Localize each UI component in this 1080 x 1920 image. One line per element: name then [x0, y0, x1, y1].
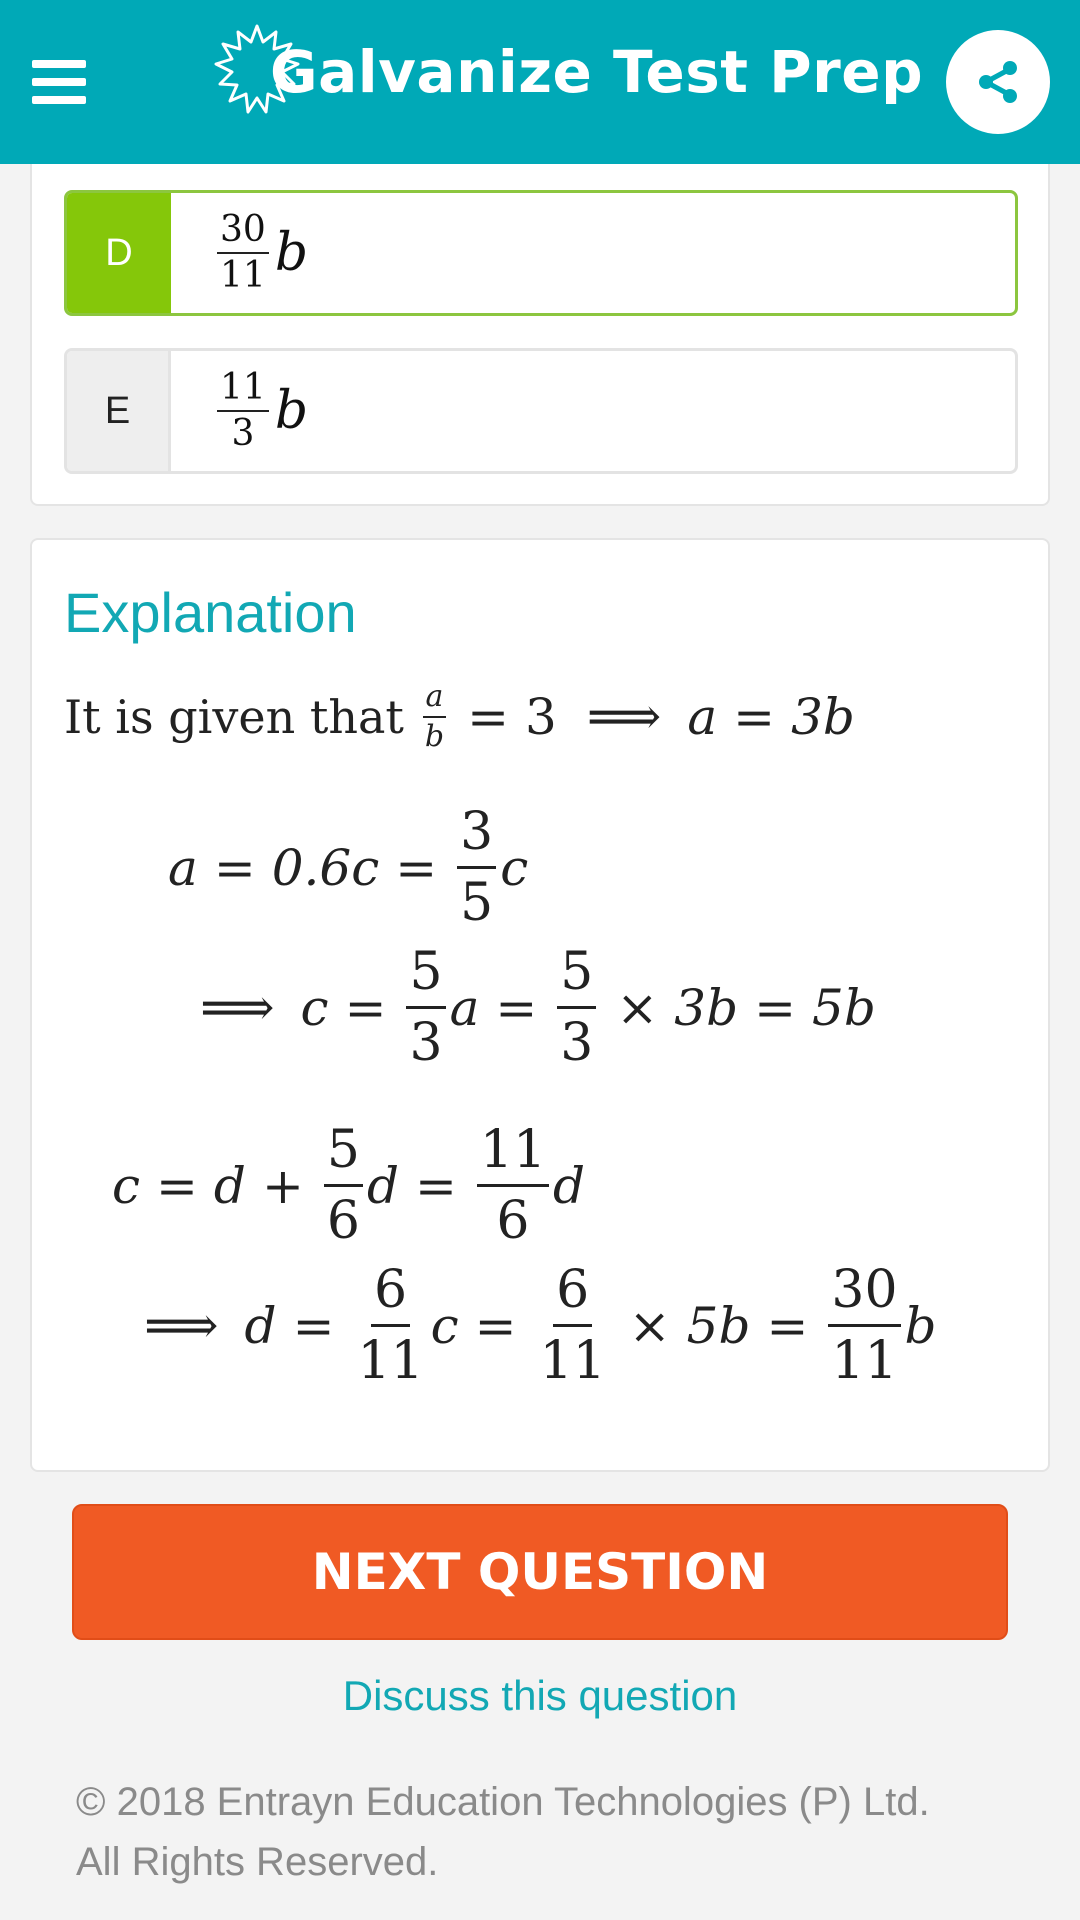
times-sign: ×	[628, 1296, 671, 1355]
explanation-title: Explanation	[64, 581, 357, 644]
equals-sign: =	[292, 1296, 335, 1355]
variable: d	[244, 1296, 277, 1355]
share-button[interactable]	[946, 30, 1050, 134]
variable: a	[449, 978, 480, 1037]
value: 3b	[674, 978, 739, 1037]
explanation-line-4: c = d + 5 6 d = 11 6 d	[112, 1124, 585, 1247]
next-question-button[interactable]: NEXT QUESTION	[72, 1504, 1008, 1640]
equals-sign: =	[754, 978, 797, 1037]
equals-sign: =	[156, 1156, 198, 1215]
implies-arrow: ⟹	[586, 687, 662, 747]
explanation-line-2: a = 0.6c = 3 5 c	[168, 806, 528, 929]
denominator: 11	[220, 255, 266, 296]
numerator: 6	[553, 1264, 593, 1327]
numerator: 30	[217, 212, 269, 254]
equals-sign: =	[344, 978, 387, 1037]
fraction: 11 3	[217, 370, 269, 452]
value: 5b	[686, 1296, 751, 1355]
equals-sign: =	[213, 838, 256, 897]
explanation-line-1: It is given that a b = 3 ⟹ a = 3b	[64, 682, 855, 752]
numerator: 11	[217, 370, 269, 412]
value: 0.6c	[271, 838, 380, 897]
numerator: 11	[476, 1124, 550, 1187]
variable: d	[553, 1156, 586, 1215]
variable: b	[904, 1296, 937, 1355]
value: 3	[524, 688, 557, 746]
equals-sign: =	[495, 978, 538, 1037]
answer-options-card: D 30 11 b E 11 3 b	[30, 164, 1050, 506]
variable: d	[213, 1156, 246, 1215]
fraction: a b	[422, 682, 447, 752]
variable: b	[274, 381, 309, 441]
fraction: 5 3	[406, 946, 446, 1073]
fraction: 30 11	[217, 212, 269, 294]
option-value: 11 3 b	[213, 351, 308, 471]
denominator: 3	[409, 1013, 443, 1073]
fraction: 11 6	[476, 1124, 550, 1251]
variable: c	[500, 838, 529, 897]
menu-icon[interactable]	[32, 60, 86, 104]
variable: c	[430, 1296, 459, 1355]
denominator: 11	[357, 1331, 424, 1391]
equals-sign: =	[766, 1296, 809, 1355]
plus-sign: +	[261, 1156, 304, 1215]
discuss-question-link[interactable]: Discuss this question	[0, 1672, 1080, 1720]
equals-sign: =	[733, 688, 776, 746]
explanation-line-3: ⟹ c = 5 3 a = 5 3 × 3b = 5b	[200, 946, 876, 1069]
implies-arrow: ⟹	[200, 977, 275, 1038]
denominator: 11	[831, 1331, 898, 1391]
implies-arrow: ⟹	[144, 1295, 219, 1356]
variable: b	[274, 223, 309, 283]
equals-sign: =	[395, 838, 438, 897]
fraction: 6 11	[354, 1264, 426, 1387]
variable: d	[366, 1156, 399, 1215]
fraction: 30 11	[828, 1264, 901, 1391]
share-icon	[979, 61, 1017, 103]
brand: Galvanize Test Prep	[214, 22, 923, 122]
equals-sign: =	[474, 1296, 517, 1355]
fraction: 6 11	[537, 1264, 609, 1387]
copyright-line-2: All Rights Reserved.	[76, 1840, 439, 1884]
app-title: Galvanize Test Prep	[270, 38, 924, 106]
option-letter: E	[67, 351, 171, 471]
numerator: 5	[406, 946, 446, 1009]
numerator: 30	[828, 1264, 901, 1327]
denominator: 3	[560, 1013, 594, 1073]
numerator: 5	[557, 946, 597, 1009]
denominator: 3	[231, 413, 255, 454]
explanation-card: Explanation It is given that a b = 3 ⟹ a…	[30, 538, 1050, 1472]
explanation-line-5: ⟹ d = 6 11 c = 6 11 × 5b = 30 11 b	[144, 1264, 937, 1387]
variable: c	[300, 978, 329, 1037]
variable: a	[168, 838, 198, 897]
value: 3b	[791, 688, 855, 746]
denominator: 11	[539, 1331, 606, 1391]
option-e[interactable]: E 11 3 b	[64, 348, 1018, 474]
copyright-notice: © 2018 Entrayn Education Technologies (P…	[76, 1772, 1036, 1892]
equals-sign: =	[414, 1156, 457, 1215]
variable: c	[112, 1156, 141, 1215]
option-letter: D	[67, 193, 171, 313]
numerator: 5	[323, 1124, 363, 1187]
numerator: 6	[371, 1264, 411, 1327]
fraction: 3 5	[457, 806, 497, 933]
option-d[interactable]: D 30 11 b	[64, 190, 1018, 316]
denominator: 6	[496, 1191, 530, 1251]
intro-text: It is given that	[64, 690, 404, 744]
app-header: Galvanize Test Prep	[0, 0, 1080, 164]
denominator: 5	[460, 873, 494, 933]
fraction: 5 3	[557, 946, 597, 1073]
option-value: 30 11 b	[213, 193, 308, 313]
denominator: 6	[326, 1191, 360, 1251]
variable: a	[687, 688, 718, 746]
numerator: 3	[457, 806, 497, 869]
times-sign: ×	[616, 978, 659, 1037]
numerator: a	[422, 682, 447, 718]
denominator: b	[424, 719, 445, 754]
fraction: 5 6	[323, 1124, 363, 1251]
equals-sign: =	[467, 688, 509, 746]
copyright-line-1: © 2018 Entrayn Education Technologies (P…	[76, 1780, 930, 1824]
value: 5b	[812, 978, 876, 1037]
